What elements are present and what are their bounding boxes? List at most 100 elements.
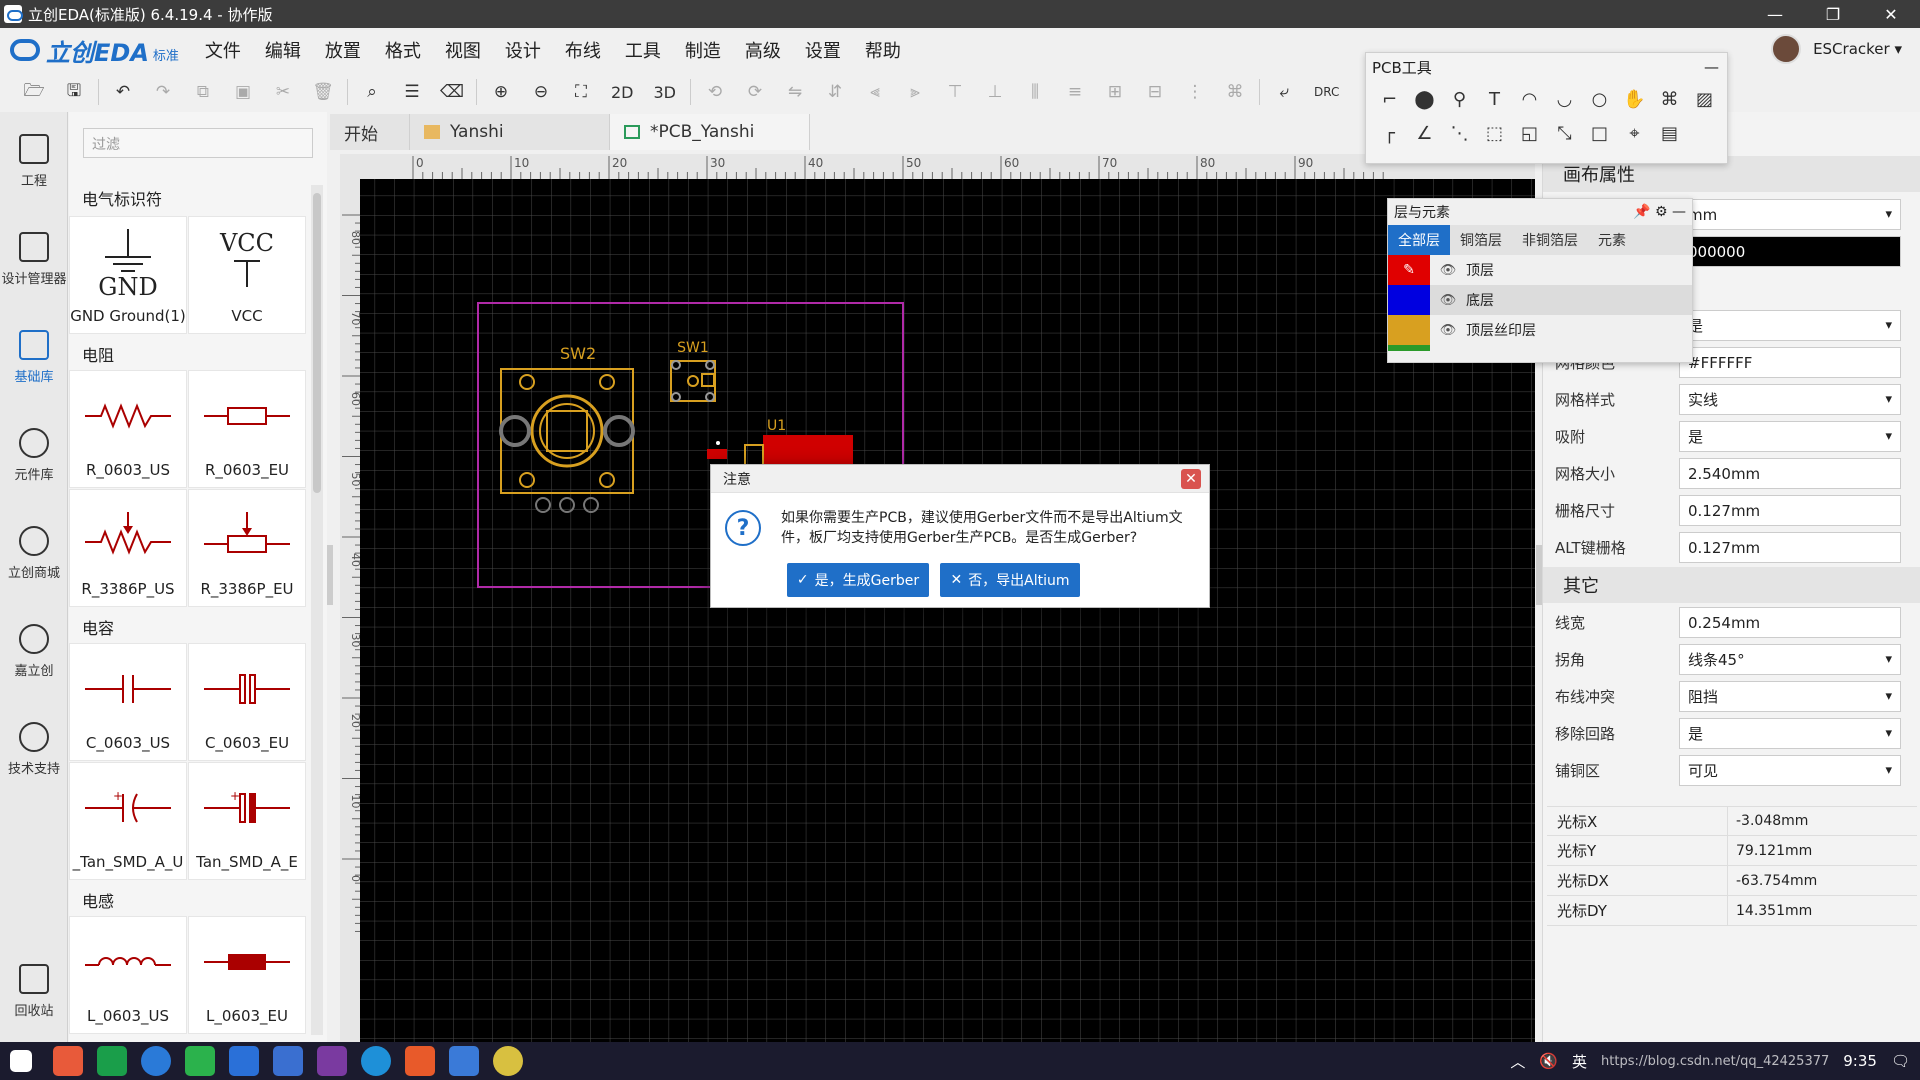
copper-area-icon[interactable]: ⬚ [1477,119,1512,147]
layer-row-bottom[interactable]: 👁 底层 [1388,285,1692,315]
component-r-0603-us[interactable]: R_0603_US [69,370,187,488]
component-tan-smd-a-eu[interactable]: + Tan_SMD_A_E [188,762,306,880]
layer-row-top-silk[interactable]: 👁 顶层丝印层 [1388,315,1692,345]
menu-tools[interactable]: 工具 [625,37,661,63]
arc-icon[interactable]: ◠ [1512,85,1547,113]
nav-project[interactable]: 工程 [0,112,68,210]
redo-icon[interactable]: ↷ [150,79,176,105]
minimize-icon[interactable]: — [1746,0,1804,28]
connect-pad-icon[interactable]: ⌘ [1652,85,1687,113]
category-electrical[interactable]: 电气标识符 [82,186,162,210]
close-icon[interactable]: ✕ [1181,468,1201,489]
align-left-icon[interactable]: ⫷ [862,79,888,105]
circle-icon[interactable]: ○ [1582,85,1617,113]
tab-pcb-yanshi[interactable]: *PCB_Yanshi [610,114,810,150]
copper-pour-select[interactable]: 可见 [1679,755,1901,786]
via-icon[interactable]: ⚲ [1442,85,1477,113]
flip-v-icon[interactable]: ⇵ [822,79,848,105]
corner-select[interactable]: 线条45° [1679,644,1901,675]
open-icon[interactable]: 🗁 [21,79,47,105]
menu-edit[interactable]: 编辑 [265,37,301,63]
component-gnd[interactable]: GND GND Ground(1) [69,216,187,334]
rotate-left-icon[interactable]: ⟲ [702,79,728,105]
category-resistor[interactable]: 电阻 [82,342,114,366]
erase-icon[interactable]: ⌫ [439,79,465,105]
paste-icon[interactable]: ▣ [230,79,256,105]
library-scrollbar[interactable] [311,185,323,1035]
lceda-icon[interactable] [449,1046,479,1076]
generate-gerber-button[interactable]: ✓ 是，生成Gerber [787,563,929,597]
menu-design[interactable]: 设计 [505,37,541,63]
collapse-icon[interactable]: — [1704,58,1719,76]
find-icon[interactable]: ⌕ [359,79,385,105]
save-icon[interactable]: 🖫 [61,79,87,105]
zoom-out-icon[interactable]: ⊖ [528,79,554,105]
windows-start-icon[interactable] [10,1050,32,1072]
grid-style-select[interactable]: 实线 [1679,384,1901,415]
import-icon[interactable]: ⤶ [1271,79,1297,105]
layer-color-swatch[interactable] [1388,315,1430,345]
rotate-right-icon[interactable]: ⟳ [742,79,768,105]
rectangle-icon[interactable]: □ [1582,119,1617,147]
tab-elements[interactable]: 元素 [1588,225,1636,255]
distribute-h-icon[interactable]: ⊞ [1102,79,1128,105]
component-tan-smd-a-us[interactable]: + _Tan_SMD_A_U [69,762,187,880]
menu-format[interactable]: 格式 [385,37,421,63]
component-r-3386p-us[interactable]: R_3386P_US [69,489,187,607]
eye-icon[interactable]: 👁 [1430,293,1466,308]
category-capacitor[interactable]: 电容 [82,615,114,639]
category-inductor[interactable]: 电感 [82,888,114,912]
remove-loop-select[interactable]: 是 [1679,718,1901,749]
undo-icon[interactable]: ↶ [110,79,136,105]
close-icon[interactable]: ✕ [1862,0,1920,28]
component-vcc[interactable]: VCC VCC [188,216,306,334]
tab-all-layers[interactable]: 全部层 [1388,225,1450,255]
filter-input[interactable]: 过滤 [83,128,313,158]
layer-row-top[interactable]: ✎ 👁 顶层 [1388,255,1692,285]
section-other[interactable]: 其它 [1543,567,1920,603]
component-l-0603-us[interactable]: L_0603_US [69,916,187,1034]
nav-basic-library[interactable]: 基础库 [0,308,68,406]
menu-advanced[interactable]: 高级 [745,37,781,63]
menu-file[interactable]: 文件 [205,37,241,63]
dimension-icon[interactable]: ⋱ [1442,119,1477,147]
tab-non-copper-layers[interactable]: 非铜箔层 [1512,225,1588,255]
nav-component-library[interactable]: 元件库 [0,406,68,504]
hole-icon[interactable]: ▤ [1652,119,1687,147]
app-icon[interactable] [361,1046,391,1076]
component-c-0603-us[interactable]: C_0603_US [69,643,187,761]
menu-place[interactable]: 放置 [325,37,361,63]
solid-region-icon[interactable]: ◱ [1512,119,1547,147]
nav-design-manager[interactable]: 设计管理器 [0,210,68,308]
align-bottom-icon[interactable]: ⊥ [982,79,1008,105]
grid-color-input[interactable]: #FFFFFF [1679,347,1901,378]
image-icon[interactable]: ▨ [1687,85,1722,113]
align-grid-icon[interactable]: ⋮ [1182,79,1208,105]
line-width-input[interactable]: 0.254mm [1679,607,1901,638]
app-icon[interactable] [97,1046,127,1076]
cut-icon[interactable]: ✂ [270,79,296,105]
line-corner-icon[interactable]: ┌ [1372,119,1407,147]
notification-icon[interactable]: 🗨 [1891,1052,1910,1070]
unit-select[interactable]: mm [1679,199,1901,230]
view-3d-button[interactable]: 3D [654,83,677,102]
angle-icon[interactable]: ∠ [1407,119,1442,147]
pan-hand-icon[interactable]: ✋ [1617,85,1652,113]
pad-icon[interactable]: ⬤ [1407,85,1442,113]
measure-icon[interactable]: ⤡ [1547,119,1582,147]
edge-icon[interactable] [141,1046,171,1076]
text-icon[interactable]: T [1477,85,1512,113]
component-r-3386p-eu[interactable]: R_3386P_EU [188,489,306,607]
nav-support[interactable]: 技术支持 [0,700,68,798]
canvas-origin-icon[interactable]: ⌖ [1617,119,1652,147]
menu-fabrication[interactable]: 制造 [685,37,721,63]
align-center-v-icon[interactable]: ≡ [1062,79,1088,105]
pcb-tools-header[interactable]: PCB工具 — [1366,53,1727,81]
grid-size-input[interactable]: 2.540mm [1679,458,1901,489]
nav-lcsc-mall[interactable]: 立创商城 [0,504,68,602]
app-icon[interactable] [53,1046,83,1076]
pcb-canvas[interactable]: SW2 SW1 U1 [360,179,1535,1042]
zoom-in-icon[interactable]: ⊕ [488,79,514,105]
component-r-0603-eu[interactable]: R_0603_EU [188,370,306,488]
align-top-icon[interactable]: ⊤ [942,79,968,105]
